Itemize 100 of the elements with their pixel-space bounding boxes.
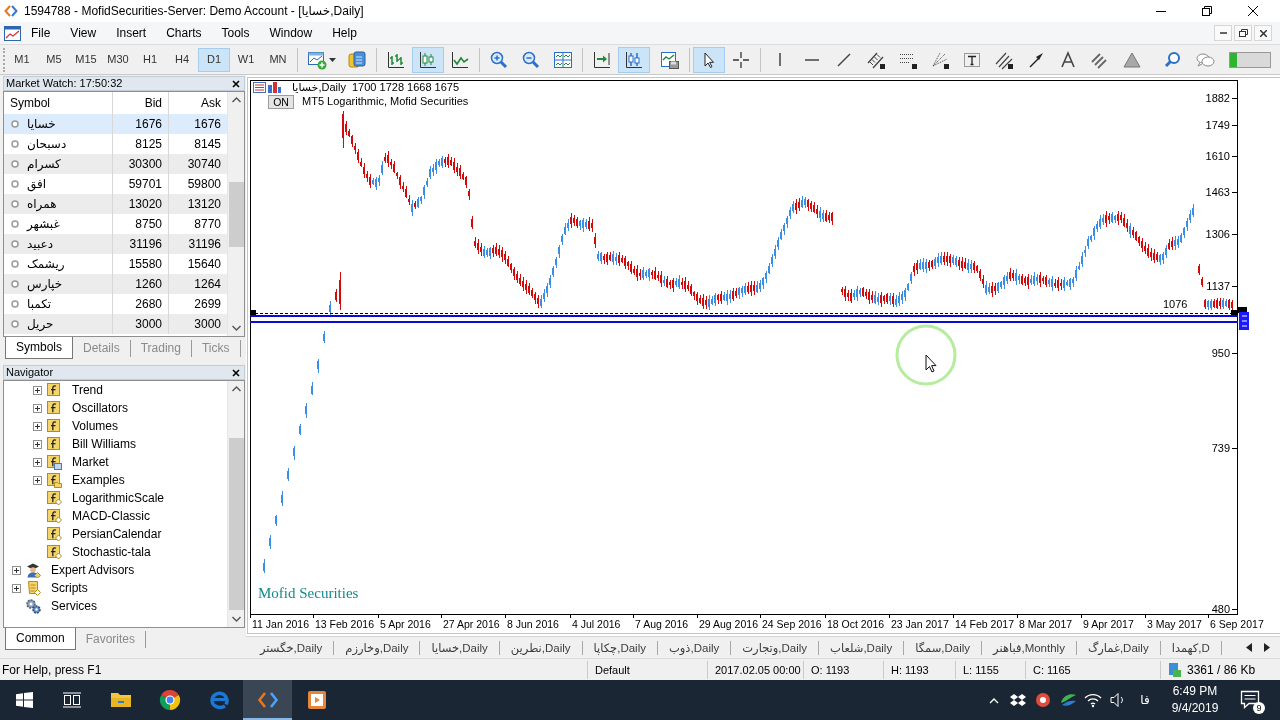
restore-child-button[interactable] xyxy=(1234,25,1252,41)
timeframe-button[interactable]: M15 xyxy=(70,47,102,72)
timeframe-button[interactable]: M30 xyxy=(102,47,134,72)
wifi-icon[interactable] xyxy=(1084,692,1102,708)
price-axis-label: 950 xyxy=(1211,346,1230,360)
expand-icon[interactable] xyxy=(12,583,21,593)
symbol-name: خپارس xyxy=(27,276,63,292)
menu-item[interactable]: Charts xyxy=(156,23,212,43)
panel-tab[interactable]: Common xyxy=(5,628,76,650)
scrollbar[interactable] xyxy=(227,92,244,336)
chart-tab[interactable]: فباهنر,Monthly xyxy=(982,640,1077,655)
expand-icon[interactable] xyxy=(33,475,42,485)
timeframe-button[interactable]: H4 xyxy=(166,47,198,72)
notification-icon[interactable] xyxy=(1240,690,1260,709)
navigator-item[interactable]: Expert Advisors xyxy=(51,562,135,578)
taskbar-time[interactable]: 6:49 PM xyxy=(1172,683,1218,700)
menu-item[interactable]: View xyxy=(60,23,107,43)
timeframe-button[interactable]: M1 xyxy=(6,47,38,72)
minimize-icon xyxy=(1156,10,1166,12)
navigator-item[interactable]: LogarithmicScale xyxy=(72,490,165,506)
text-tool-icon xyxy=(1058,49,1078,70)
navigator-item[interactable]: Stochastic-tala xyxy=(72,544,151,560)
price-axis-label: 1882 xyxy=(1205,91,1230,105)
navigator-item[interactable]: Volumes xyxy=(72,418,119,434)
navigator-item[interactable]: Examples xyxy=(72,472,125,488)
double-horizontal-line[interactable] xyxy=(250,314,1238,324)
price-axis-label: 480 xyxy=(1211,602,1230,616)
minimize-child-button[interactable] xyxy=(1214,25,1232,41)
expand-icon[interactable] xyxy=(12,565,21,575)
scroll-right-icon[interactable] xyxy=(1264,643,1270,652)
circle-icon xyxy=(11,260,19,268)
menu-item[interactable]: File xyxy=(21,23,61,43)
candlestick-button[interactable] xyxy=(412,46,444,73)
timeframe-button[interactable]: D1 xyxy=(198,47,230,72)
column-header[interactable]: Symbol xyxy=(4,92,112,114)
expand-icon[interactable] xyxy=(33,457,42,467)
menu-item[interactable]: Tools xyxy=(211,23,260,43)
line-chart-icon xyxy=(450,49,470,70)
timeframe-button[interactable]: MN xyxy=(262,47,294,72)
scrollbar-thumb[interactable] xyxy=(228,182,244,247)
ring-app-icon[interactable] xyxy=(1035,692,1051,708)
navigator-item[interactable]: MACD-Classic xyxy=(72,508,150,524)
chart-tab[interactable]: سمگا,Daily xyxy=(904,640,983,655)
restore-icon xyxy=(1202,6,1212,16)
diamond-cluster-icon[interactable] xyxy=(1010,693,1026,707)
symbol-name: ریشمک xyxy=(27,256,65,272)
chart-tab[interactable]: کهمدا,D xyxy=(1160,640,1222,655)
chart-tab[interactable]: ذوب,Daily xyxy=(657,640,732,655)
chevron-up-icon[interactable] xyxy=(989,696,999,704)
dashed-price-line[interactable] xyxy=(250,309,1238,317)
panel-tab[interactable]: Symbols xyxy=(5,337,73,359)
cursor-button[interactable] xyxy=(693,46,725,73)
speaker-icon[interactable] xyxy=(1109,692,1125,708)
navigator-item[interactable]: Market xyxy=(72,454,109,470)
navigator-item[interactable]: Bill Williams xyxy=(72,436,136,452)
navigator-item[interactable]: PersianCalendar xyxy=(72,526,162,542)
timeframe-button[interactable]: W1 xyxy=(230,47,262,72)
close-icon[interactable] xyxy=(232,368,240,377)
menu-item[interactable]: Window xyxy=(259,23,323,43)
chart-tab[interactable]: وتجارت,Daily xyxy=(731,640,820,655)
timeframe-button[interactable]: H1 xyxy=(134,47,166,72)
scroll-left-icon[interactable] xyxy=(1246,643,1252,652)
navigator-item[interactable]: Services xyxy=(51,598,97,614)
navigator-item[interactable]: Oscillators xyxy=(72,400,128,416)
list-window-icon[interactable] xyxy=(253,82,266,93)
input-language[interactable]: فا xyxy=(1140,692,1150,708)
chart-tab[interactable]: نطرین,Daily xyxy=(499,640,583,655)
menu-item[interactable]: Insert xyxy=(106,23,157,43)
chart-tab[interactable]: خسایا,Daily xyxy=(420,640,500,655)
chart-window-icon[interactable] xyxy=(4,25,21,41)
close-icon[interactable] xyxy=(232,79,240,88)
date-axis-label: 11 Jan 2016 xyxy=(252,617,310,631)
taskbar-date[interactable]: 9/4/2019 xyxy=(1171,700,1219,717)
auto-scroll-button[interactable] xyxy=(618,46,650,73)
chart-tab[interactable]: خگستر,Daily xyxy=(249,640,335,655)
scrollbar[interactable] xyxy=(227,381,244,627)
expand-icon[interactable] xyxy=(33,403,42,413)
chart-tab[interactable]: چکاپا,Daily xyxy=(582,640,658,655)
scrollbar-thumb[interactable] xyxy=(228,438,244,610)
price-axis-label: 1463 xyxy=(1205,185,1230,199)
bar-chart-icon[interactable] xyxy=(268,82,281,93)
expand-icon[interactable] xyxy=(33,439,42,449)
close-child-button[interactable] xyxy=(1254,25,1272,41)
menu-item[interactable]: Help xyxy=(322,23,367,43)
price-axis-label: 739 xyxy=(1211,441,1230,455)
symbol-name: دعبید xyxy=(27,236,54,252)
bid-price: 3000 xyxy=(112,314,168,334)
navigator-item[interactable]: Scripts xyxy=(51,580,88,596)
chart-tab[interactable]: غمارگ,Daily xyxy=(1076,640,1161,655)
navigator-item[interactable]: Trend xyxy=(72,382,103,398)
circle-icon xyxy=(11,140,19,148)
expand-icon[interactable] xyxy=(33,421,42,431)
expand-icon[interactable] xyxy=(33,385,42,395)
zoom-in-icon xyxy=(489,49,509,70)
play-window-icon xyxy=(305,689,328,711)
chart-tab[interactable]: وخارزم,Daily xyxy=(334,640,421,655)
expert-toggle-button[interactable]: ON xyxy=(268,95,294,109)
timeframe-button[interactable]: M5 xyxy=(38,47,70,72)
leaf-pair-icon[interactable] xyxy=(1059,692,1077,708)
chart-tab[interactable]: شلعاب,Daily xyxy=(819,640,905,655)
